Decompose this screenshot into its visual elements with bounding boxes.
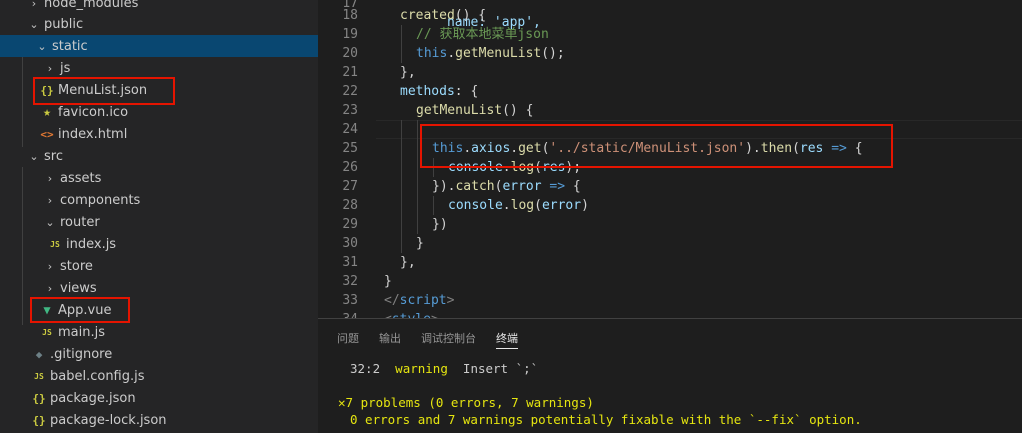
tree-folder-js[interactable]: › js <box>0 57 318 79</box>
terminal-line-warning: 32:2 warning Insert `;` <box>350 361 539 376</box>
tree-folder-router[interactable]: ⌄ router <box>0 211 318 233</box>
tab-output[interactable]: 输出 <box>379 331 401 349</box>
json-icon: {} <box>32 413 46 427</box>
tab-terminal[interactable]: 终端 <box>496 331 518 349</box>
line-number: 33 <box>342 293 358 308</box>
js-icon: JS <box>42 327 52 337</box>
chevron-right-icon: › <box>47 281 53 295</box>
line-number: 20 <box>342 46 358 61</box>
tree-folder-node-modules[interactable]: › node_modules <box>0 0 318 14</box>
highlight-box-axios-call <box>420 124 893 168</box>
js-icon: JS <box>34 371 44 381</box>
chevron-down-icon: ⌄ <box>29 17 39 31</box>
line-number: 22 <box>342 84 358 99</box>
line-number: 21 <box>342 65 358 80</box>
line-number: 34 <box>318 310 358 318</box>
tree-file-router-index-js[interactable]: JS index.js <box>0 233 318 255</box>
code-line-21: }, <box>400 65 416 80</box>
chevron-right-icon: › <box>47 193 53 207</box>
code-line-30: } <box>416 236 424 251</box>
line-number: 28 <box>342 198 358 213</box>
tree-folder-public[interactable]: ⌄ public <box>0 13 318 35</box>
tree-file-main-js[interactable]: JS main.js <box>0 321 318 343</box>
tree-file-package-json[interactable]: {} package.json <box>0 387 318 409</box>
code-line-22: methods: { <box>400 84 479 99</box>
line-number: 19 <box>342 27 358 42</box>
chevron-down-icon: ⌄ <box>37 39 47 53</box>
indent-guide <box>401 120 402 253</box>
code-line-31: }, <box>400 255 416 270</box>
tree-folder-views[interactable]: › views <box>0 277 318 299</box>
chevron-right-icon: › <box>31 0 37 10</box>
js-icon: JS <box>50 239 60 249</box>
error-x-icon: ✕ <box>338 395 346 410</box>
line-number: 31 <box>342 255 358 270</box>
tree-file-gitignore[interactable]: ◆ .gitignore <box>0 343 318 365</box>
highlight-box-menulist <box>33 77 175 105</box>
code-line-34: <style> <box>384 310 439 318</box>
chevron-down-icon: ⌄ <box>45 215 55 229</box>
tree-folder-assets[interactable]: › assets <box>0 167 318 189</box>
code-line-20: this.getMenuList(); <box>416 46 565 61</box>
line-number-gutter: 17 18 19 20 21 22 23 24 25 26 27 28 29 3… <box>318 0 368 318</box>
code-line-32: } <box>384 274 392 289</box>
html-icon: <> <box>40 127 54 141</box>
code-line-19: // 获取本地菜单json <box>416 27 549 42</box>
indent-guide <box>417 120 418 234</box>
code-line-28: console.log(error) <box>448 198 589 213</box>
tab-problems[interactable]: 问题 <box>337 331 359 349</box>
git-icon: ◆ <box>35 347 43 361</box>
code-line-23: getMenuList() { <box>416 103 534 118</box>
tree-folder-components[interactable]: › components <box>0 189 318 211</box>
chevron-right-icon: › <box>47 259 53 273</box>
code-line-29: }) <box>432 217 448 232</box>
bottom-panel: 问题 输出 调试控制台 终端 32:2 warning Insert `;` ✕… <box>318 318 1022 433</box>
terminal-line-summary: ✕7 problems (0 errors, 7 warnings) <box>338 395 594 410</box>
tree-file-index-html[interactable]: <> index.html <box>0 123 318 145</box>
line-number: 24 <box>342 122 358 137</box>
code-line-18: created() { <box>400 8 487 23</box>
indent-guide <box>433 196 434 215</box>
highlight-box-app-vue <box>30 297 130 323</box>
line-number: 18 <box>342 8 358 23</box>
line-number: 25 <box>342 141 358 156</box>
chevron-right-icon: › <box>47 171 53 185</box>
line-number: 27 <box>342 179 358 194</box>
chevron-right-icon: › <box>47 61 53 75</box>
tree-file-babel-config[interactable]: JS babel.config.js <box>0 365 318 387</box>
tab-debug-console[interactable]: 调试控制台 <box>421 331 476 349</box>
chevron-down-icon: ⌄ <box>29 149 39 163</box>
star-icon: ★ <box>43 104 51 120</box>
line-number: 30 <box>342 236 358 251</box>
line-number: 32 <box>342 274 358 289</box>
tree-file-package-lock-json[interactable]: {} package-lock.json <box>0 409 318 431</box>
code-editor[interactable]: 17 18 19 20 21 22 23 24 25 26 27 28 29 3… <box>318 0 1022 318</box>
line-number: 23 <box>342 103 358 118</box>
code-line-33: </script> <box>384 293 455 308</box>
explorer-sidebar: › node_modules ⌄ public ⌄ static › js {}… <box>0 0 318 433</box>
tree-folder-src[interactable]: ⌄ src <box>0 145 318 167</box>
tree-folder-static[interactable]: ⌄ static <box>0 35 318 57</box>
code-line-27: }).catch(error => { <box>432 179 581 194</box>
terminal-line-fix-hint: 0 errors and 7 warnings potentially fixa… <box>350 412 862 427</box>
json-icon: {} <box>32 391 46 405</box>
tree-folder-store[interactable]: › store <box>0 255 318 277</box>
line-number: 26 <box>342 160 358 175</box>
line-number: 29 <box>342 217 358 232</box>
